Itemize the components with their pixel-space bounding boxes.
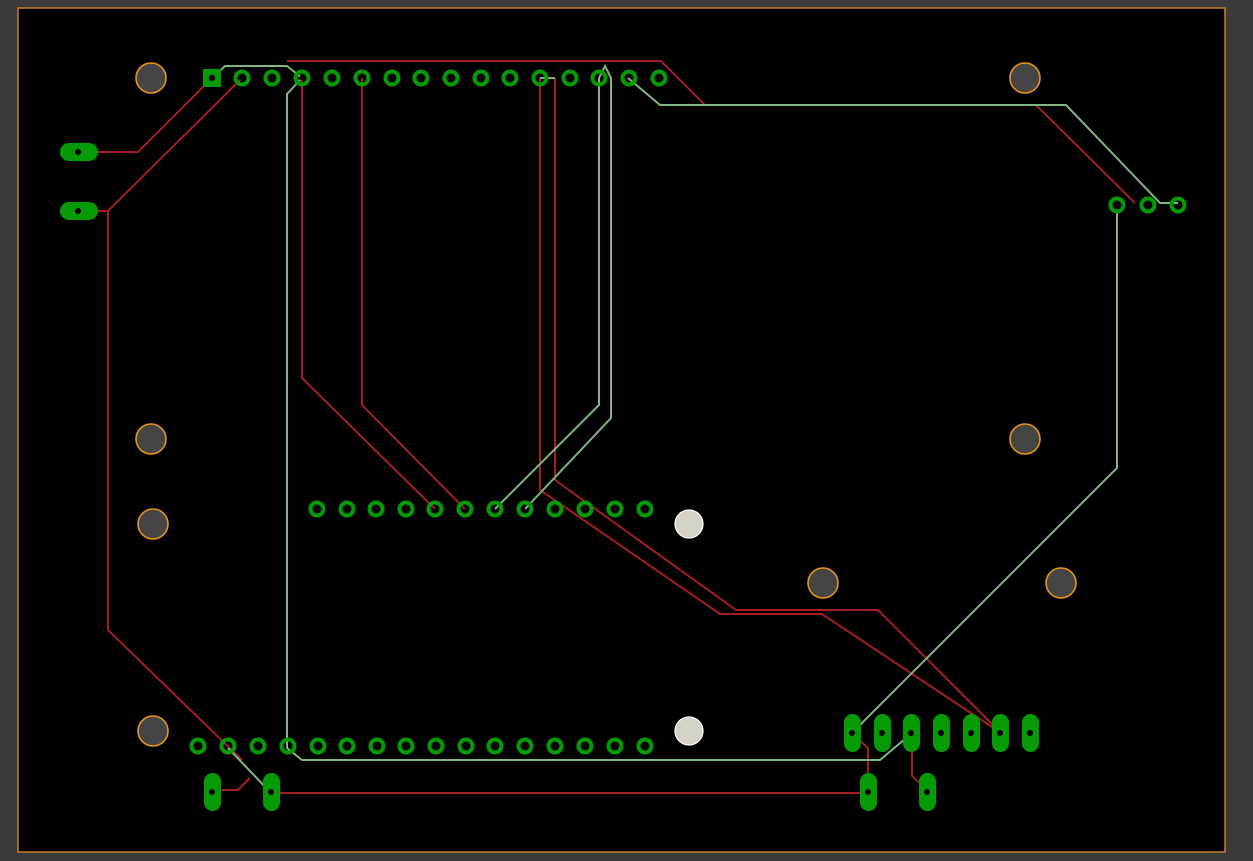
plain-hole [674,716,704,746]
board-area [17,7,1226,853]
mounting-hole [807,567,839,599]
plain-hole [674,509,704,539]
mounting-hole [135,423,167,455]
mounting-hole [137,715,169,747]
mounting-hole [1009,62,1041,94]
mounting-hole [135,62,167,94]
mounting-hole [1045,567,1077,599]
pcb-canvas[interactable] [0,0,1253,861]
mounting-hole [137,508,169,540]
mounting-hole [1009,423,1041,455]
